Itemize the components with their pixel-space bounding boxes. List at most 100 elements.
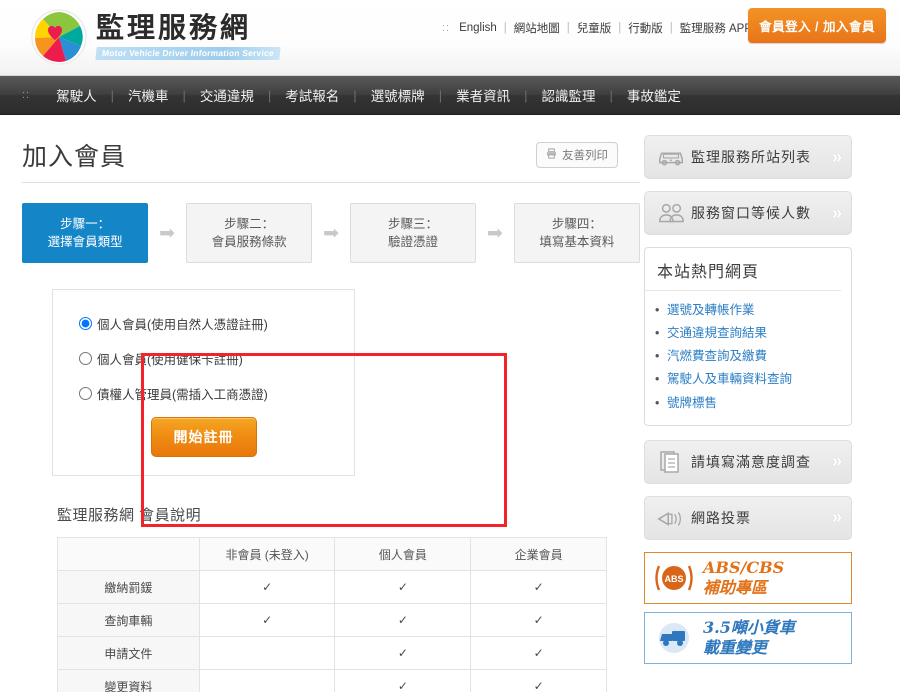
register-button-wrap: 開始註冊	[53, 417, 354, 457]
step-2-terms[interactable]: 步驟二： 會員服務條款	[185, 203, 313, 263]
member-type-option-creditor-admin[interactable]: 債權人管理員(需插入工商憑證)	[79, 384, 354, 403]
table-cell: ✓	[470, 669, 607, 692]
step-indicator: 步驟一： 選擇會員類型 ➡ 步驟二： 會員服務條款 ➡ 步驟三： 驗證憑證 ➡ …	[22, 203, 641, 263]
banner-line2: 補助專區	[703, 577, 768, 597]
list-item: 號牌標售	[655, 392, 851, 415]
table-row: 申請文件 ✓ ✓	[57, 636, 607, 670]
chevron-right-icon: »	[831, 507, 842, 528]
document-icon	[651, 450, 691, 474]
member-type-option-citizen-cert[interactable]: 個人會員(使用自然人憑證註冊)	[79, 314, 354, 333]
table-cell: ✓	[334, 636, 472, 670]
hot-pages-box: 本站熱門網頁 選號及轉帳作業 交通違規查詢結果 汽燃費查詢及繳費 駕駛人及車輛資…	[644, 247, 852, 426]
step-3-line1: 步驟三：	[387, 216, 438, 231]
abs-icon: ABS	[645, 559, 703, 597]
main-content: 加入會員 友善列印 步驟一： 選擇會員類型 ➡ 步驟二： 會員服務條款 ➡ 步驟…	[0, 115, 641, 692]
banner-abs-cbs-subsidy[interactable]: ABS ABS/CBS 補助專區	[644, 551, 852, 604]
nav-item-drivers[interactable]: 駕駛人	[42, 85, 111, 105]
nav-item-vehicles[interactable]: 汽機車	[114, 85, 183, 105]
banner-light-truck-load-change[interactable]: 3.5噸小貨車 載重變更	[644, 611, 852, 664]
hot-link-plate-transfer[interactable]: 選號及轉帳作業	[667, 303, 755, 317]
page-body: 加入會員 友善列印 步驟一： 選擇會員類型 ➡ 步驟二： 會員服務條款 ➡ 步驟…	[0, 115, 900, 692]
hot-link-driver-vehicle-query[interactable]: 駕駛人及車輛資料查詢	[667, 372, 792, 386]
start-registration-button[interactable]: 開始註冊	[150, 417, 257, 457]
table-row: 繳納罰鍰 ✓ ✓ ✓	[57, 570, 607, 604]
sidebar-button-label: 服務窗口等候人數	[691, 205, 811, 221]
member-type-label-health-card: 個人會員(使用健保卡註冊)	[97, 353, 243, 367]
nav-item-operator-info[interactable]: 業者資訊	[442, 85, 524, 105]
list-item: 交通違規查詢結果	[655, 322, 851, 345]
step-1-line2: 選擇會員類型	[47, 235, 123, 249]
hot-link-fuel-fee[interactable]: 汽燃費查詢及繳費	[667, 349, 767, 363]
table-cell: ✓	[334, 603, 472, 637]
site-logo[interactable]: 監理服務網 Motor Vehicle Driver Information S…	[30, 8, 281, 66]
member-type-radio-creditor-admin[interactable]	[79, 387, 92, 400]
member-type-option-health-card[interactable]: 個人會員(使用健保卡註冊)	[79, 349, 354, 368]
table-cell: ✓	[334, 570, 472, 604]
step-3-verify-certificate[interactable]: 步驟三： 驗證憑證	[349, 203, 477, 263]
step-1-select-member-type[interactable]: 步驟一： 選擇會員類型	[22, 203, 149, 263]
sidebar-button-waiting-count[interactable]: 服務窗口等候人數 »	[644, 191, 852, 235]
print-button-label: 友善列印	[562, 150, 608, 162]
step-4-line2: 填寫基本資料	[539, 235, 615, 249]
hot-link-violation-result[interactable]: 交通違規查詢結果	[667, 326, 767, 340]
table-col-header-nonmember: 非會員 (未登入)	[198, 537, 336, 571]
utility-link-mobile[interactable]: 行動版	[628, 20, 663, 36]
chevron-right-icon: »	[831, 146, 842, 167]
nav-item-violations[interactable]: 交通違規	[186, 85, 268, 105]
chevron-right-icon: »	[831, 202, 842, 223]
megaphone-icon	[651, 507, 691, 529]
member-type-label-citizen-cert: 個人會員(使用自然人憑證註冊)	[97, 318, 268, 332]
step-4-basic-info[interactable]: 步驟四： 填寫基本資料	[513, 203, 641, 263]
truck-icon	[645, 619, 703, 657]
step-2-line1: 步驟二：	[224, 216, 275, 231]
step-arrow-icon: ➡	[159, 222, 176, 244]
login-register-button[interactable]: 會員登入 / 加入會員	[748, 8, 886, 43]
main-navigation: :: 駕駛人 | 汽機車 | 交通違規 | 考試報名 | 選號標牌 | 業者資訊…	[0, 76, 900, 115]
utility-separator: |	[503, 22, 507, 34]
step-3-line2: 驗證憑證	[387, 235, 438, 249]
table-row: 查詢車輛 ✓ ✓ ✓	[57, 603, 607, 637]
utility-link-kids[interactable]: 兒童版	[577, 20, 612, 36]
member-type-radio-citizen-cert[interactable]	[79, 317, 92, 330]
sidebar-button-office-list[interactable]: 監理服務所站列表 »	[644, 135, 852, 179]
nav-item-about[interactable]: 認識監理	[527, 85, 609, 105]
banner-text: 3.5噸小貨車 載重變更	[703, 618, 795, 656]
utility-link-sitemap[interactable]: 網站地圖	[514, 20, 560, 36]
nav-item-accident-appraisal[interactable]: 事故鑑定	[613, 85, 695, 105]
nav-item-exam-registration[interactable]: 考試報名	[271, 85, 353, 105]
utility-links: :: English | 網站地圖 | 兒童版 | 行動版 | 監理服務 APP	[442, 18, 782, 38]
sidebar-button-label: 網路投票	[691, 509, 751, 526]
hot-link-plate-auction[interactable]: 號牌標售	[667, 396, 717, 410]
nav-item-plate-selection[interactable]: 選號標牌	[357, 85, 439, 105]
step-arrow-icon: ➡	[323, 222, 339, 244]
logo-mark-icon	[30, 8, 88, 66]
page-title-row: 加入會員 友善列印	[22, 137, 640, 183]
logo-subtitle: Motor Vehicle Driver Information Service	[95, 47, 281, 60]
member-type-label-creditor-admin: 債權人管理員(需插入工商憑證)	[97, 388, 268, 402]
table-cell: ✓	[198, 570, 336, 604]
nav-dots: ::	[22, 89, 31, 101]
banner-line1: 3.5噸小貨車	[703, 618, 795, 638]
sidebar-button-satisfaction-survey[interactable]: 請填寫滿意度調查 »	[644, 439, 852, 484]
list-item: 駕駛人及車輛資料查詢	[655, 368, 851, 391]
step-2-line2: 會員服務條款	[211, 235, 287, 249]
utility-separator: |	[618, 22, 622, 34]
member-type-radio-health-card[interactable]	[79, 352, 92, 365]
utility-link-app[interactable]: 監理服務 APP	[680, 20, 752, 36]
banner-line1: ABS/CBS	[703, 558, 785, 578]
svg-text:ABS: ABS	[664, 574, 683, 584]
utility-link-english[interactable]: English	[459, 22, 497, 34]
table-cell: ✓	[198, 603, 336, 637]
utility-separator: |	[566, 22, 570, 34]
sidebar-button-label: 請填寫滿意度調查	[691, 453, 811, 470]
sidebar-button-online-vote[interactable]: 網路投票 »	[644, 495, 852, 540]
table-cell	[198, 636, 336, 670]
list-item: 汽燃費查詢及繳費	[655, 345, 851, 368]
chevron-right-icon: »	[831, 451, 842, 472]
people-icon	[651, 202, 691, 224]
page-title: 加入會員	[22, 143, 127, 171]
right-sidebar: 監理服務所站列表 » 服務窗口等候人數 » 本站熱門網頁 選號及轉帳作業 交通違…	[640, 115, 900, 692]
table-cell: ✓	[334, 669, 472, 692]
print-button[interactable]: 友善列印	[536, 142, 618, 168]
printer-icon	[546, 148, 557, 162]
